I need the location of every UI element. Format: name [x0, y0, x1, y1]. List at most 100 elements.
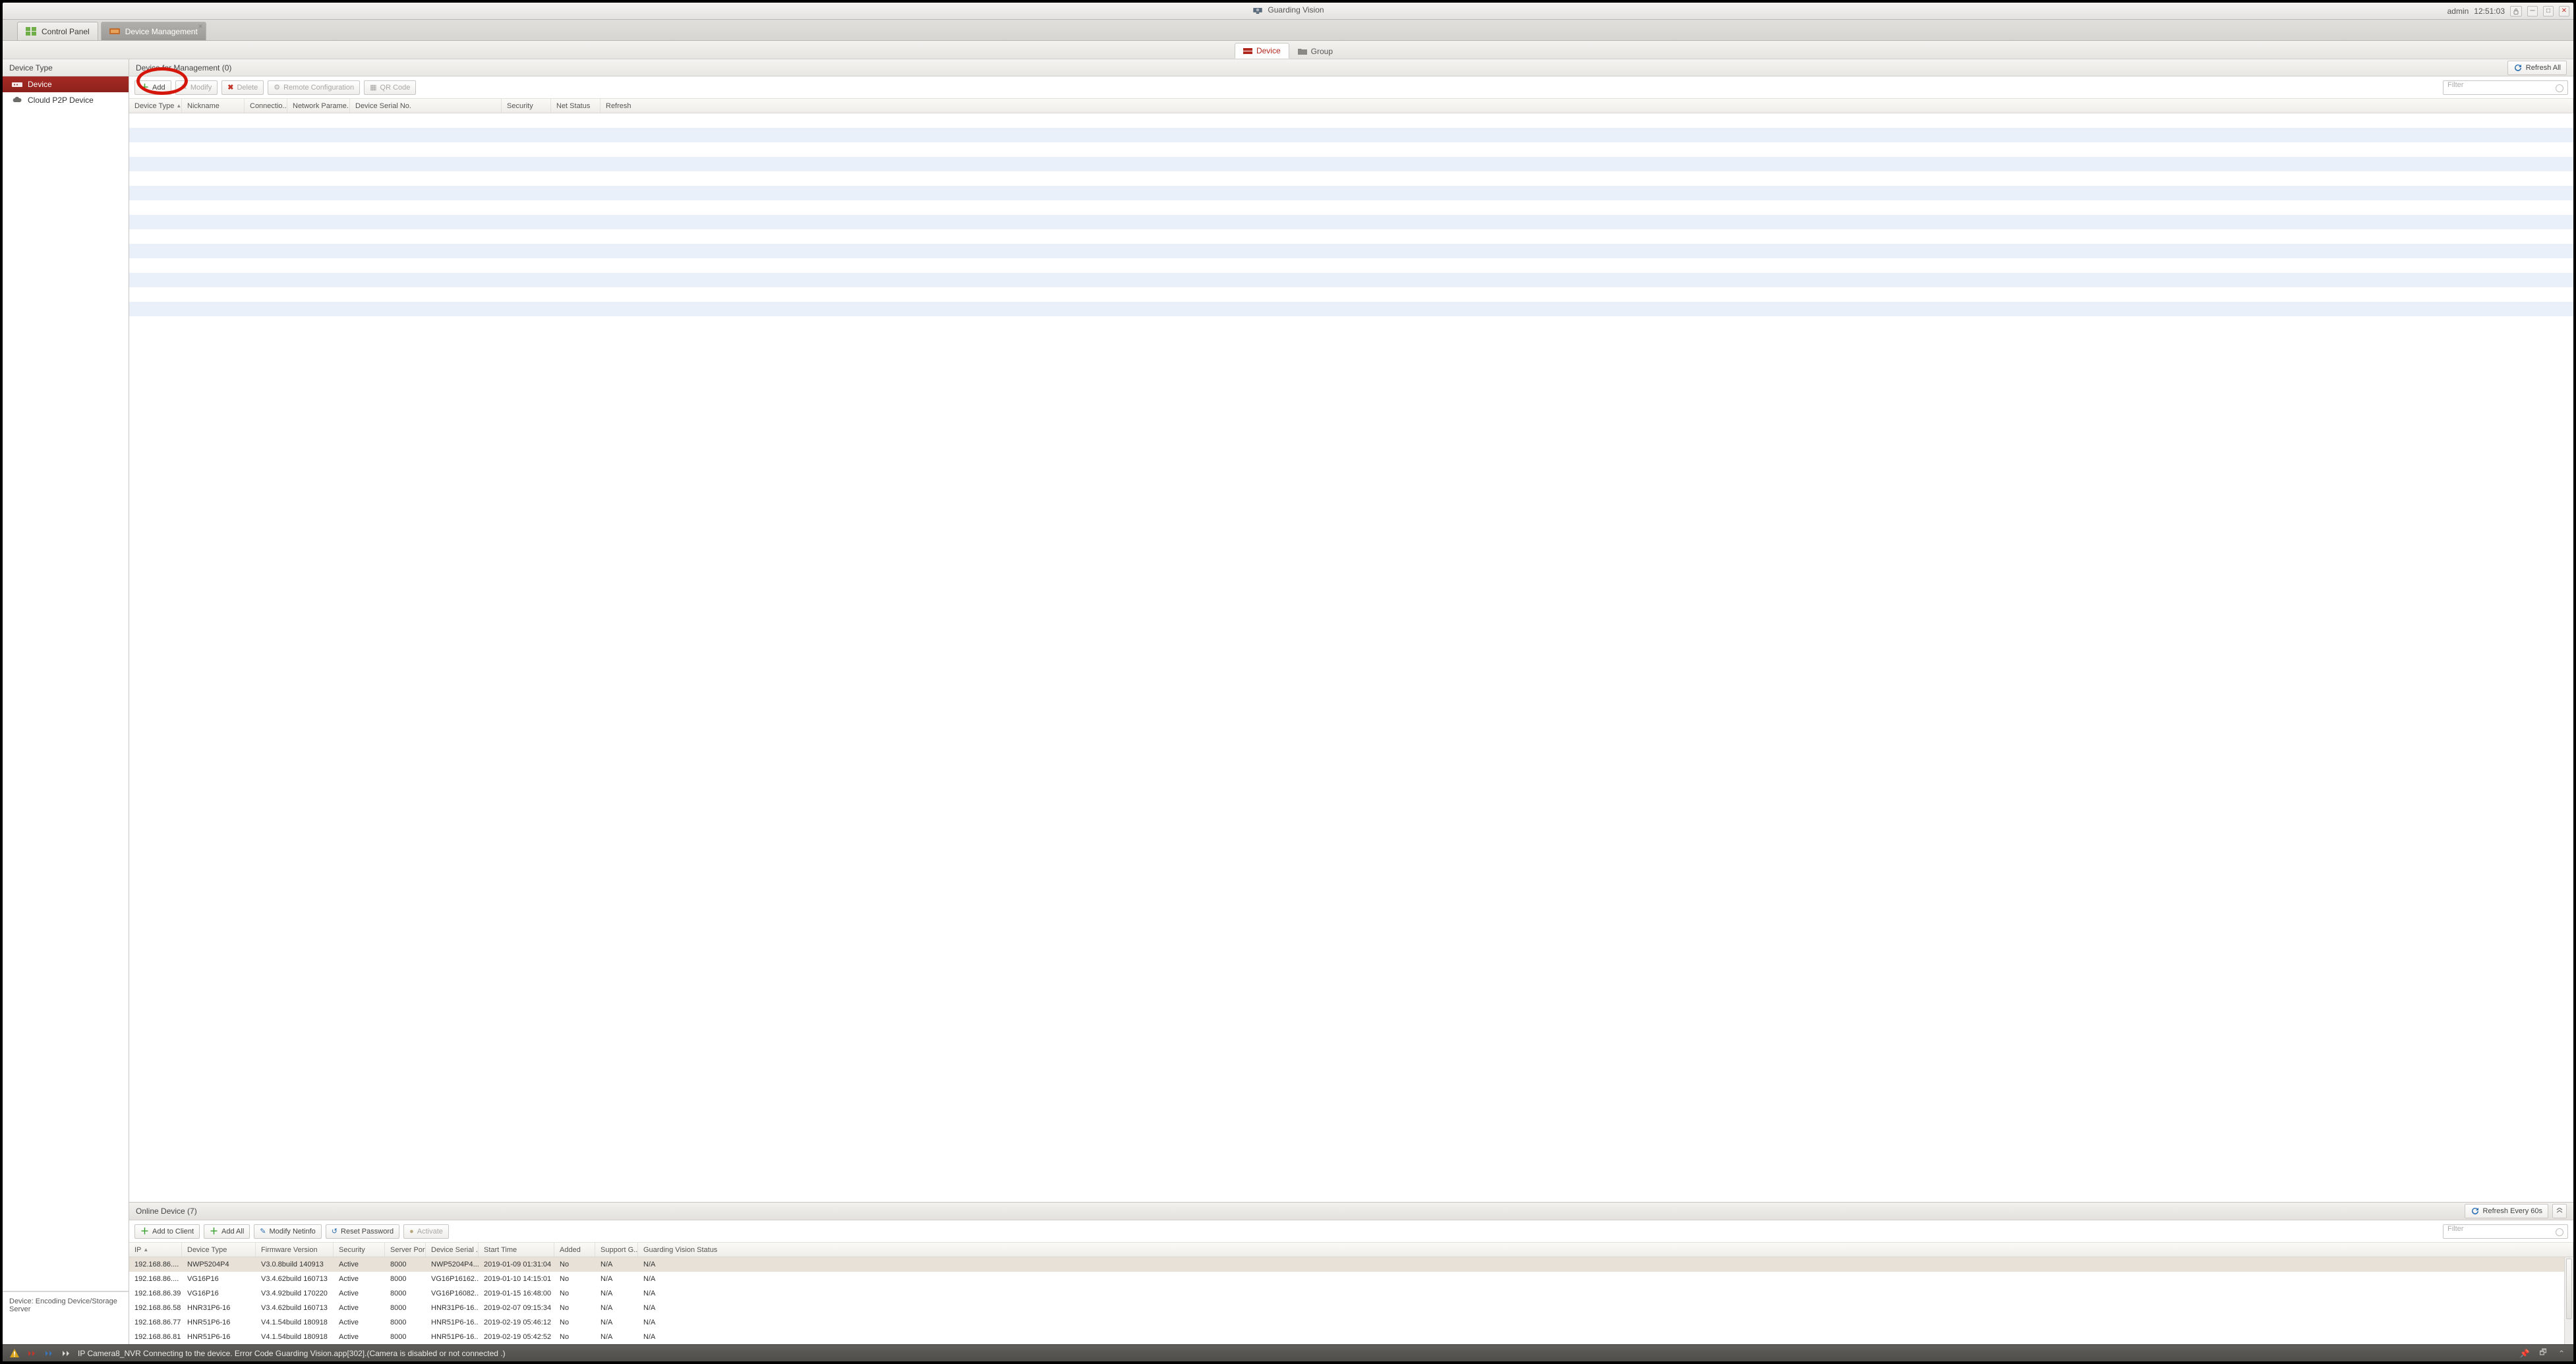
activate-button[interactable]: ● Activate [403, 1224, 449, 1239]
col-added[interactable]: Added [554, 1243, 595, 1257]
col-start-time[interactable]: Start Time [479, 1243, 554, 1257]
window-icon[interactable]: 🗗 [2538, 1348, 2548, 1359]
cell-start_time: 2019-01-10 14:15:01 [479, 1272, 554, 1286]
lock-button[interactable] [2510, 6, 2522, 16]
cell-support: N/A [595, 1286, 638, 1301]
arrows-blue-icon[interactable] [44, 1348, 54, 1359]
plus-icon: ＋ [140, 1227, 149, 1236]
refresh-interval-button[interactable]: Refresh Every 60s [2465, 1204, 2548, 1218]
arrows-red-icon[interactable] [26, 1348, 37, 1359]
col-device-type[interactable]: Device Type [182, 1243, 256, 1257]
cell-ip: 192.168.86.... [129, 1257, 182, 1272]
col-net-params[interactable]: Network Parame... [287, 99, 350, 113]
cell-serial: HNR51P6-16... [426, 1330, 479, 1344]
online-row[interactable]: 192.168.86....VG16P16V3.4.62build 160713… [129, 1272, 2573, 1286]
cell-start_time: 2019-02-19 05:42:52 [479, 1330, 554, 1344]
cell-support: N/A [595, 1257, 638, 1272]
reset-password-label: Reset Password [341, 1228, 394, 1236]
cell-server_port: 8000 [385, 1315, 426, 1330]
cell-firmware: V3.4.62build 160713 [256, 1272, 334, 1286]
online-row[interactable]: 192.168.86.81HNR51P6-16V4.1.54build 1809… [129, 1330, 2573, 1344]
cell-server_port: 8000 [385, 1257, 426, 1272]
online-row[interactable]: 192.168.86.77HNR51P6-16V4.1.54build 1809… [129, 1315, 2573, 1330]
close-tab-icon[interactable]: ✕ [198, 23, 203, 30]
cell-server_port: 8000 [385, 1272, 426, 1286]
qr-icon: ▦ [370, 83, 376, 92]
add-all-button[interactable]: ＋ Add All [204, 1224, 250, 1239]
cell-added: No [554, 1330, 595, 1344]
refresh-all-button[interactable]: Refresh All [2507, 61, 2567, 75]
sidebar-item-cloud-p2p[interactable]: Clould P2P Device [3, 92, 129, 108]
col-connection[interactable]: Connectio... [245, 99, 287, 113]
device-icon [109, 27, 120, 36]
remote-config-button[interactable]: ⚙ Remote Configuration [268, 80, 360, 95]
vertical-scrollbar[interactable] [2564, 1257, 2573, 1344]
col-nickname[interactable]: Nickname [182, 99, 245, 113]
sort-asc-icon: ▲ [176, 103, 181, 109]
col-device-type[interactable]: Device Type▲ [129, 99, 182, 113]
col-ip[interactable]: IP▲ [129, 1243, 182, 1257]
online-row[interactable]: 192.168.86.39VG16P16V3.4.92build 170220A… [129, 1286, 2573, 1301]
refresh-icon [2513, 63, 2523, 72]
maximize-button[interactable]: □ [2543, 6, 2554, 16]
modify-netinfo-button[interactable]: ✎ Modify Netinfo [254, 1224, 322, 1239]
clock: 12:51:03 [2474, 7, 2505, 16]
pencil-icon: ✎ [260, 1227, 266, 1236]
folder-icon [1298, 47, 1307, 55]
tab-control-panel[interactable]: Control Panel [17, 22, 98, 40]
tab-device-management[interactable]: Device Management ✕ [101, 22, 206, 40]
online-toolbar: ＋ Add to Client ＋ Add All ✎ Modify Netin… [129, 1220, 2573, 1243]
reset-password-button[interactable]: ↺ Reset Password [326, 1224, 399, 1239]
online-row[interactable]: 192.168.86....NWP5204P4V3.0.8build 14091… [129, 1257, 2573, 1272]
cell-start_time: 2019-01-15 16:48:00 [479, 1286, 554, 1301]
subtab-device[interactable]: Device [1235, 43, 1289, 59]
arrows-white-icon[interactable] [61, 1348, 71, 1359]
cell-ip: 192.168.86.77 [129, 1315, 182, 1330]
col-server-port[interactable]: Server Port [385, 1243, 426, 1257]
app-window: Guarding Vision admin 12:51:03 ─ □ ✕ Con… [2, 2, 2574, 1362]
statusbar: IP Camera8_NVR Connecting to the device.… [3, 1344, 2573, 1361]
cell-added: No [554, 1301, 595, 1315]
pin-icon[interactable]: 📌 [2519, 1348, 2530, 1359]
col-serial[interactable]: Device Serial ... [426, 1243, 479, 1257]
close-button[interactable]: ✕ [2559, 6, 2569, 16]
col-security[interactable]: Security [334, 1243, 385, 1257]
col-gv-status[interactable]: Guarding Vision Status [638, 1243, 2573, 1257]
online-row[interactable]: 192.168.86.58HNR31P6-16V3.4.62build 1607… [129, 1301, 2573, 1315]
add-button[interactable]: ＋ Add [134, 80, 171, 95]
management-column-header: Device Type▲ Nickname Connectio... Netwo… [129, 99, 2573, 113]
expand-collapse-button[interactable] [2552, 1204, 2567, 1218]
qr-code-button[interactable]: ▦ QR Code [364, 80, 416, 95]
col-refresh[interactable]: Refresh [600, 99, 2573, 113]
add-all-label: Add All [221, 1228, 244, 1236]
col-support[interactable]: Support G... [595, 1243, 638, 1257]
delete-label: Delete [237, 84, 258, 92]
col-firmware[interactable]: Firmware Version [256, 1243, 334, 1257]
x-icon: ✖ [227, 83, 233, 92]
management-panel-header: Device for Management (0) Refresh All [129, 59, 2573, 76]
online-filter-input[interactable]: Filter [2443, 1224, 2568, 1239]
col-net-status[interactable]: Net Status [551, 99, 600, 113]
col-security[interactable]: Security [502, 99, 551, 113]
workarea: Device for Management (0) Refresh All ＋ … [129, 59, 2573, 1344]
cell-device_type: VG16P16 [182, 1272, 256, 1286]
cell-support: N/A [595, 1315, 638, 1330]
sidebar-item-device[interactable]: Device [3, 76, 129, 92]
add-to-client-button[interactable]: ＋ Add to Client [134, 1224, 200, 1239]
col-serial[interactable]: Device Serial No. [350, 99, 502, 113]
cell-firmware: V3.4.92build 170220 [256, 1286, 334, 1301]
chevron-up-icon[interactable]: ⌃ [2556, 1348, 2567, 1359]
management-filter-input[interactable]: Filter [2443, 80, 2568, 95]
scrollbar-thumb[interactable] [2566, 1259, 2572, 1319]
minimize-button[interactable]: ─ [2527, 6, 2538, 16]
delete-button[interactable]: ✖ Delete [221, 80, 264, 95]
double-chevron-icon [2556, 1208, 2563, 1214]
cell-serial: HNR31P6-16... [426, 1301, 479, 1315]
cell-gv_status: N/A [638, 1257, 2573, 1272]
alert-icon[interactable] [9, 1348, 20, 1359]
modify-netinfo-label: Modify Netinfo [269, 1228, 315, 1236]
cell-device_type: HNR31P6-16 [182, 1301, 256, 1315]
cell-server_port: 8000 [385, 1330, 426, 1344]
modify-button[interactable]: ✎ Modify [175, 80, 218, 95]
subtab-group[interactable]: Group [1289, 43, 1341, 59]
